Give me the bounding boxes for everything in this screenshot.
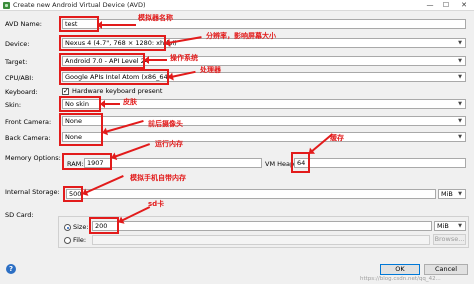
ok-button[interactable]: OK (380, 264, 420, 275)
window-title: Create new Android Virtual Device (AVD) (13, 1, 146, 9)
sd-card-annotation: sd卡 (148, 200, 165, 208)
vm-heap-annotation: 缓存 (330, 134, 344, 142)
sd-size-unit-value: MiB (437, 222, 449, 230)
memory-options-label: Memory Options: (5, 154, 61, 162)
internal-storage-label: Internal Storage: (5, 188, 60, 196)
front-camera-select[interactable]: None ▼ (62, 116, 466, 126)
help-icon[interactable]: ? (6, 264, 16, 274)
avd-name-highlight (59, 16, 99, 32)
title-bar: Create new Android Virtual Device (AVD) … (0, 0, 474, 11)
target-label: Target: (5, 58, 28, 66)
internal-storage-unit-value: MiB (441, 190, 453, 198)
device-label: Device: (5, 40, 30, 48)
chevron-down-icon: ▼ (458, 191, 462, 197)
chevron-down-icon: ▼ (458, 118, 462, 124)
internal-storage-input[interactable]: 500 (66, 189, 436, 199)
device-annotation: 分辨率，影响屏幕大小 (206, 32, 276, 40)
internal-storage-unit-select[interactable]: MiB ▼ (438, 189, 466, 199)
ram-annotation: 运行内存 (155, 140, 183, 148)
close-button[interactable]: ✕ (456, 0, 472, 11)
sd-size-unit-select[interactable]: MiB ▼ (434, 221, 466, 231)
watermark-text: https://blog.csdn.net/qq_42... (360, 276, 441, 282)
ram-arrow (113, 143, 151, 158)
device-highlight (59, 35, 166, 51)
internal-storage-annotation: 模拟手机自带内存 (130, 174, 186, 182)
back-camera-select[interactable]: None ▼ (62, 132, 466, 142)
android-app-icon (3, 1, 10, 9)
target-annotation: 操作系统 (170, 54, 198, 62)
avd-name-arrow (97, 21, 136, 29)
front-camera-label: Front Camera: (5, 118, 52, 126)
minimize-button[interactable]: — (422, 0, 438, 11)
maximize-button[interactable]: ☐ (438, 0, 454, 11)
browse-button[interactable]: Browse... (433, 234, 466, 245)
chevron-down-icon: ▼ (458, 101, 462, 107)
skin-label: Skin: (5, 101, 22, 109)
sd-size-radio[interactable] (64, 224, 71, 231)
target-highlight (59, 53, 145, 69)
sd-size-input[interactable]: 200 (92, 221, 432, 231)
avd-name-annotation: 模拟器名称 (138, 14, 173, 22)
internal-storage-highlight (63, 186, 83, 202)
chevron-down-icon: ▼ (458, 74, 462, 80)
sd-file-label: File: (73, 236, 87, 244)
cancel-button[interactable]: Cancel (424, 264, 468, 275)
keyboard-label: Keyboard: (5, 88, 38, 96)
cpu-abi-label: CPU/ABI: (5, 74, 34, 82)
cameras-annotation: 前后摄像头 (148, 120, 183, 128)
skin-highlight (59, 96, 101, 112)
sd-card-label: SD Card: (5, 211, 34, 219)
avd-name-label: AVD Name: (5, 20, 42, 28)
chevron-down-icon: ▼ (458, 223, 462, 229)
target-arrow (144, 56, 167, 64)
vm-heap-input[interactable]: 64 (294, 158, 466, 168)
cameras-highlight (59, 113, 103, 146)
skin-annotation: 皮肤 (123, 98, 137, 106)
chevron-down-icon: ▼ (458, 58, 462, 64)
sd-file-radio[interactable] (64, 237, 71, 244)
sd-file-input[interactable] (92, 235, 430, 245)
cpu-abi-annotation: 处理器 (200, 66, 221, 74)
cpu-abi-highlight (59, 69, 169, 85)
chevron-down-icon: ▼ (458, 134, 462, 140)
ram-highlight (62, 153, 112, 170)
chevron-down-icon: ▼ (458, 40, 462, 46)
sd-size-label: Size: (73, 223, 89, 231)
skin-arrow (100, 100, 120, 108)
back-camera-label: Back Camera: (5, 134, 51, 142)
hardware-keyboard-checkbox[interactable] (62, 87, 69, 95)
sd-card-highlight (89, 217, 119, 234)
vm-heap-highlight (291, 152, 310, 173)
hardware-keyboard-label: Hardware keyboard present (72, 87, 163, 95)
